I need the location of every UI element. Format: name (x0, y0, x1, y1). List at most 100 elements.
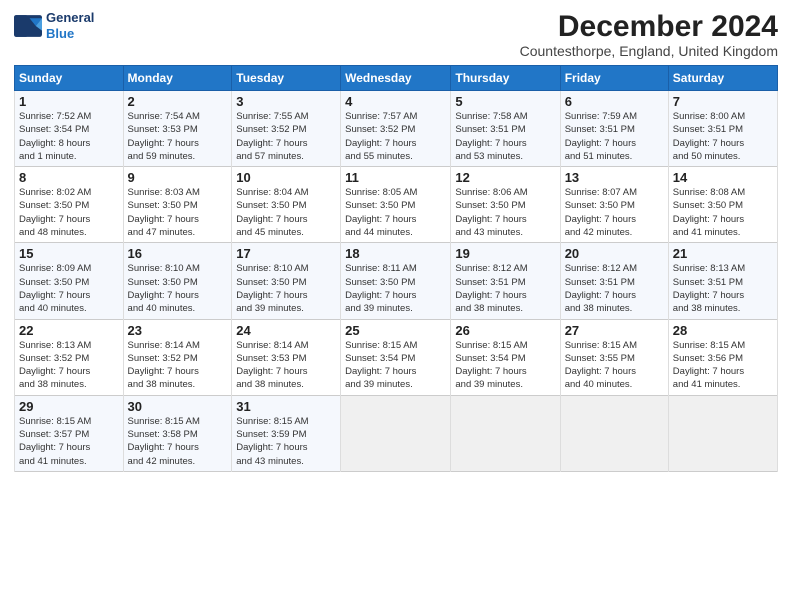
logo: General Blue (14, 10, 94, 41)
calendar-cell: 16Sunrise: 8:10 AM Sunset: 3:50 PM Dayli… (123, 243, 232, 319)
calendar-cell (668, 395, 777, 471)
day-info: Sunrise: 8:12 AM Sunset: 3:51 PM Dayligh… (455, 262, 555, 315)
header-row: General Blue December 2024 Countesthorpe… (14, 10, 778, 59)
day-number: 1 (19, 94, 119, 109)
calendar-cell: 31Sunrise: 8:15 AM Sunset: 3:59 PM Dayli… (232, 395, 341, 471)
calendar-cell: 5Sunrise: 7:58 AM Sunset: 3:51 PM Daylig… (451, 91, 560, 167)
calendar-cell: 17Sunrise: 8:10 AM Sunset: 3:50 PM Dayli… (232, 243, 341, 319)
day-number: 20 (565, 246, 664, 261)
calendar-cell: 25Sunrise: 8:15 AM Sunset: 3:54 PM Dayli… (341, 319, 451, 395)
calendar-week-row: 15Sunrise: 8:09 AM Sunset: 3:50 PM Dayli… (15, 243, 778, 319)
calendar-week-row: 29Sunrise: 8:15 AM Sunset: 3:57 PM Dayli… (15, 395, 778, 471)
day-info: Sunrise: 8:08 AM Sunset: 3:50 PM Dayligh… (673, 186, 773, 239)
day-number: 16 (128, 246, 228, 261)
day-number: 7 (673, 94, 773, 109)
day-info: Sunrise: 8:06 AM Sunset: 3:50 PM Dayligh… (455, 186, 555, 239)
calendar-cell: 4Sunrise: 7:57 AM Sunset: 3:52 PM Daylig… (341, 91, 451, 167)
calendar-cell: 8Sunrise: 8:02 AM Sunset: 3:50 PM Daylig… (15, 167, 124, 243)
main-title: December 2024 (520, 10, 778, 43)
day-number: 13 (565, 170, 664, 185)
day-number: 2 (128, 94, 228, 109)
calendar-cell: 18Sunrise: 8:11 AM Sunset: 3:50 PM Dayli… (341, 243, 451, 319)
day-info: Sunrise: 8:13 AM Sunset: 3:51 PM Dayligh… (673, 262, 773, 315)
page-container: General Blue December 2024 Countesthorpe… (0, 0, 792, 478)
calendar-cell: 22Sunrise: 8:13 AM Sunset: 3:52 PM Dayli… (15, 319, 124, 395)
day-number: 19 (455, 246, 555, 261)
calendar-cell: 30Sunrise: 8:15 AM Sunset: 3:58 PM Dayli… (123, 395, 232, 471)
logo-line1: General (46, 10, 94, 26)
logo-line2: Blue (46, 26, 74, 41)
calendar-week-row: 8Sunrise: 8:02 AM Sunset: 3:50 PM Daylig… (15, 167, 778, 243)
day-number: 18 (345, 246, 446, 261)
calendar-header-saturday: Saturday (668, 66, 777, 91)
day-number: 22 (19, 323, 119, 338)
day-info: Sunrise: 8:15 AM Sunset: 3:58 PM Dayligh… (128, 415, 228, 468)
day-info: Sunrise: 8:09 AM Sunset: 3:50 PM Dayligh… (19, 262, 119, 315)
day-number: 24 (236, 323, 336, 338)
day-number: 26 (455, 323, 555, 338)
calendar-cell (451, 395, 560, 471)
day-number: 17 (236, 246, 336, 261)
calendar-cell: 11Sunrise: 8:05 AM Sunset: 3:50 PM Dayli… (341, 167, 451, 243)
day-info: Sunrise: 8:15 AM Sunset: 3:56 PM Dayligh… (673, 339, 773, 392)
day-number: 10 (236, 170, 336, 185)
calendar-cell: 23Sunrise: 8:14 AM Sunset: 3:52 PM Dayli… (123, 319, 232, 395)
day-info: Sunrise: 7:58 AM Sunset: 3:51 PM Dayligh… (455, 110, 555, 163)
calendar-cell: 26Sunrise: 8:15 AM Sunset: 3:54 PM Dayli… (451, 319, 560, 395)
calendar-cell: 6Sunrise: 7:59 AM Sunset: 3:51 PM Daylig… (560, 91, 668, 167)
day-number: 31 (236, 399, 336, 414)
day-info: Sunrise: 8:15 AM Sunset: 3:55 PM Dayligh… (565, 339, 664, 392)
day-number: 27 (565, 323, 664, 338)
day-number: 5 (455, 94, 555, 109)
logo-icon (14, 15, 42, 37)
calendar-header-sunday: Sunday (15, 66, 124, 91)
day-number: 6 (565, 94, 664, 109)
calendar-cell: 19Sunrise: 8:12 AM Sunset: 3:51 PM Dayli… (451, 243, 560, 319)
calendar-cell: 24Sunrise: 8:14 AM Sunset: 3:53 PM Dayli… (232, 319, 341, 395)
day-number: 23 (128, 323, 228, 338)
day-number: 15 (19, 246, 119, 261)
calendar-header-thursday: Thursday (451, 66, 560, 91)
day-info: Sunrise: 8:03 AM Sunset: 3:50 PM Dayligh… (128, 186, 228, 239)
calendar-cell: 12Sunrise: 8:06 AM Sunset: 3:50 PM Dayli… (451, 167, 560, 243)
day-number: 30 (128, 399, 228, 414)
day-number: 4 (345, 94, 446, 109)
calendar-cell: 15Sunrise: 8:09 AM Sunset: 3:50 PM Dayli… (15, 243, 124, 319)
calendar-cell (341, 395, 451, 471)
calendar-cell: 2Sunrise: 7:54 AM Sunset: 3:53 PM Daylig… (123, 91, 232, 167)
day-info: Sunrise: 8:11 AM Sunset: 3:50 PM Dayligh… (345, 262, 446, 315)
day-info: Sunrise: 8:14 AM Sunset: 3:52 PM Dayligh… (128, 339, 228, 392)
calendar-header-monday: Monday (123, 66, 232, 91)
day-number: 14 (673, 170, 773, 185)
day-info: Sunrise: 8:13 AM Sunset: 3:52 PM Dayligh… (19, 339, 119, 392)
calendar-header-row: SundayMondayTuesdayWednesdayThursdayFrid… (15, 66, 778, 91)
calendar-cell: 10Sunrise: 8:04 AM Sunset: 3:50 PM Dayli… (232, 167, 341, 243)
day-info: Sunrise: 7:54 AM Sunset: 3:53 PM Dayligh… (128, 110, 228, 163)
calendar-cell (560, 395, 668, 471)
calendar-cell: 21Sunrise: 8:13 AM Sunset: 3:51 PM Dayli… (668, 243, 777, 319)
day-info: Sunrise: 8:15 AM Sunset: 3:54 PM Dayligh… (455, 339, 555, 392)
day-info: Sunrise: 8:10 AM Sunset: 3:50 PM Dayligh… (236, 262, 336, 315)
day-info: Sunrise: 8:04 AM Sunset: 3:50 PM Dayligh… (236, 186, 336, 239)
day-number: 3 (236, 94, 336, 109)
day-number: 29 (19, 399, 119, 414)
day-info: Sunrise: 7:59 AM Sunset: 3:51 PM Dayligh… (565, 110, 664, 163)
calendar-cell: 7Sunrise: 8:00 AM Sunset: 3:51 PM Daylig… (668, 91, 777, 167)
day-info: Sunrise: 8:02 AM Sunset: 3:50 PM Dayligh… (19, 186, 119, 239)
calendar-cell: 28Sunrise: 8:15 AM Sunset: 3:56 PM Dayli… (668, 319, 777, 395)
subtitle: Countesthorpe, England, United Kingdom (520, 43, 778, 59)
calendar-cell: 27Sunrise: 8:15 AM Sunset: 3:55 PM Dayli… (560, 319, 668, 395)
calendar-cell: 20Sunrise: 8:12 AM Sunset: 3:51 PM Dayli… (560, 243, 668, 319)
title-block: December 2024 Countesthorpe, England, Un… (520, 10, 778, 59)
day-info: Sunrise: 7:52 AM Sunset: 3:54 PM Dayligh… (19, 110, 119, 163)
day-info: Sunrise: 8:15 AM Sunset: 3:57 PM Dayligh… (19, 415, 119, 468)
day-number: 25 (345, 323, 446, 338)
calendar-cell: 1Sunrise: 7:52 AM Sunset: 3:54 PM Daylig… (15, 91, 124, 167)
calendar-cell: 9Sunrise: 8:03 AM Sunset: 3:50 PM Daylig… (123, 167, 232, 243)
day-info: Sunrise: 8:12 AM Sunset: 3:51 PM Dayligh… (565, 262, 664, 315)
day-info: Sunrise: 8:00 AM Sunset: 3:51 PM Dayligh… (673, 110, 773, 163)
calendar-cell: 3Sunrise: 7:55 AM Sunset: 3:52 PM Daylig… (232, 91, 341, 167)
day-info: Sunrise: 8:15 AM Sunset: 3:59 PM Dayligh… (236, 415, 336, 468)
calendar-header-wednesday: Wednesday (341, 66, 451, 91)
day-number: 28 (673, 323, 773, 338)
